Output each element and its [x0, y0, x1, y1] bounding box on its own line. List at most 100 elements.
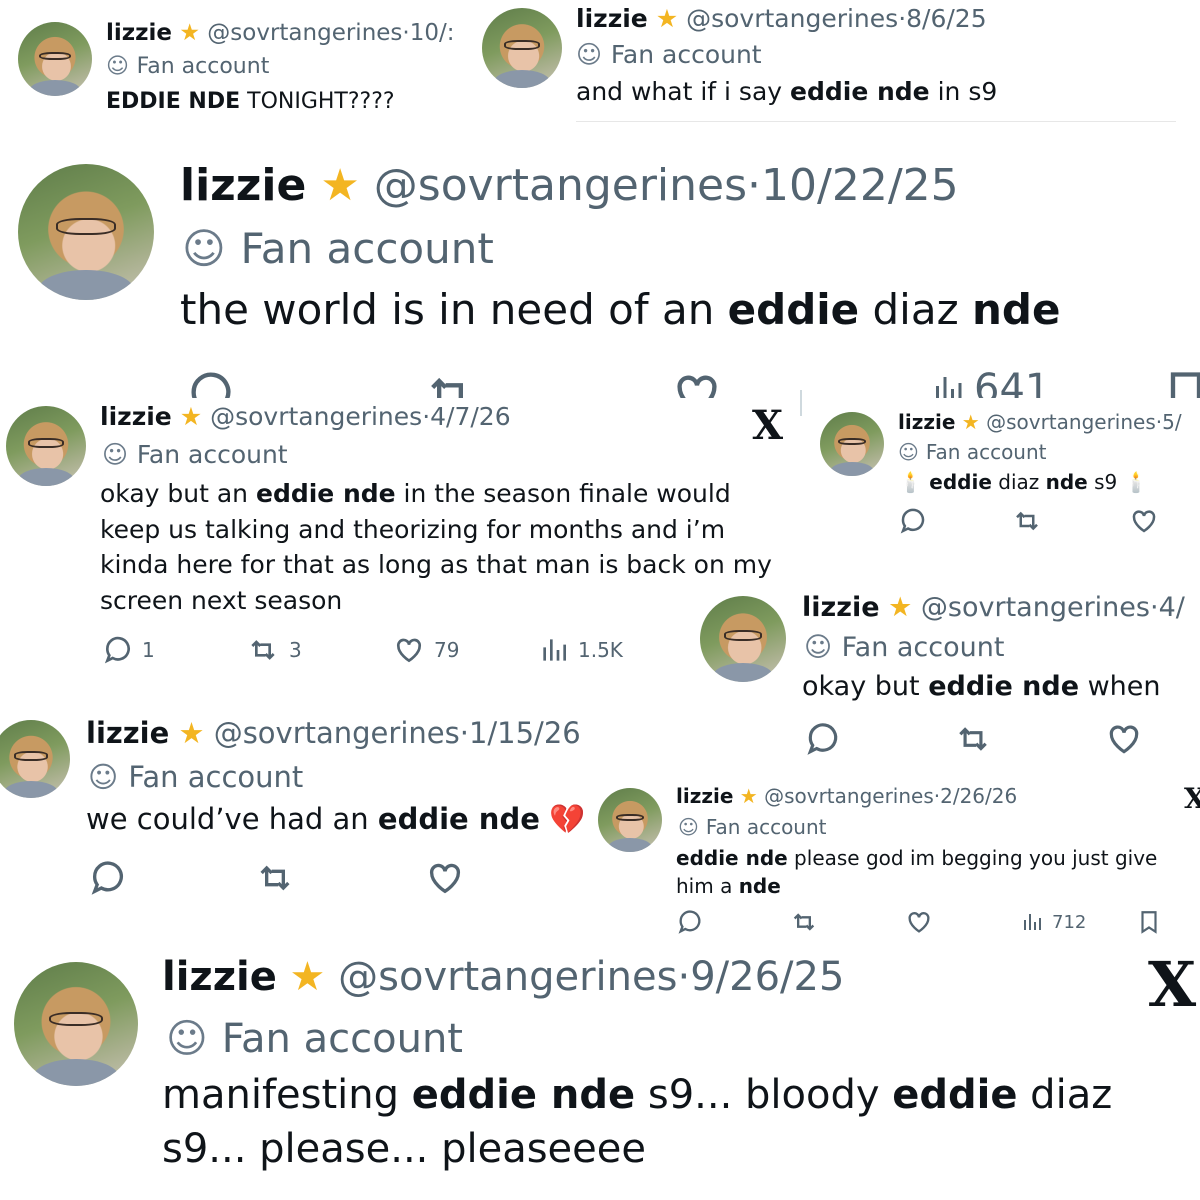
post-date[interactable]: 4/ [1159, 592, 1185, 623]
reply-button[interactable] [804, 720, 842, 758]
clipped-action-row [576, 121, 1176, 122]
text-segment: okay but [802, 671, 929, 702]
reply-button[interactable] [676, 908, 704, 936]
avatar[interactable] [18, 22, 92, 96]
handle[interactable]: @sovrtangerines [374, 160, 747, 211]
like-button[interactable] [904, 908, 934, 936]
post-date[interactable]: 9/26/25 [690, 954, 844, 1000]
tweet-header: lizzie ★ @sovrtangerines·1/15/26 [86, 716, 581, 750]
avatar[interactable] [14, 962, 138, 1086]
repost-button[interactable] [788, 908, 820, 936]
tweet-card[interactable]: lizzie ★ @sovrtangerines·10/22/25 ☺ Fan a… [0, 138, 1200, 400]
views-count[interactable]: 1.5K [538, 634, 623, 666]
highlighted-text: eddie nde [411, 1072, 636, 1118]
repost-button[interactable]: 3 [245, 634, 302, 666]
handle[interactable]: @sovrtangerines [686, 4, 898, 33]
tweet-text: the world is in need of an eddie diaz nd… [180, 284, 1180, 336]
avatar[interactable] [482, 8, 562, 88]
badge-text: Fan account [221, 1016, 463, 1062]
highlighted-text: eddie nde [377, 802, 540, 836]
repost-button[interactable] [1010, 506, 1044, 536]
display-name[interactable]: lizzie [802, 592, 880, 623]
bookmark-button[interactable] [1136, 908, 1162, 936]
post-date[interactable]: 2/26/26 [940, 784, 1017, 808]
post-date[interactable]: 1/15/26 [469, 716, 581, 750]
handle[interactable]: @sovrtangerines [764, 784, 934, 808]
theater-mask-icon: ☺ [678, 815, 699, 839]
like-button[interactable] [424, 858, 466, 898]
display-name[interactable]: lizzie [898, 410, 955, 434]
avatar[interactable] [700, 596, 786, 682]
post-date[interactable]: 8/6/25 [906, 4, 986, 33]
display-name[interactable]: lizzie [86, 716, 169, 750]
highlighted-text: eddie [892, 1072, 1018, 1118]
highlighted-text: eddie nde [255, 479, 396, 508]
views-count[interactable]: 641 [930, 364, 1050, 400]
highlighted-text: nde [738, 874, 781, 898]
text-segment: diaz [991, 470, 1046, 494]
highlighted-text: eddie nde [676, 846, 788, 870]
display-name[interactable]: lizzie [162, 954, 277, 1000]
like-button[interactable] [1128, 506, 1160, 536]
text-segment: okay but an [100, 479, 256, 508]
avatar[interactable] [6, 406, 86, 486]
handle[interactable]: @sovrtangerines [210, 402, 422, 431]
tweet-card[interactable]: lizzie ★ @sovrtangerines·2/26/26 X ☺ Fan … [592, 778, 1200, 948]
reply-button[interactable] [898, 506, 928, 536]
tweet-card[interactable]: lizzie ★ @sovrtangerines·4/7/26 X ☺ Fan a… [0, 398, 800, 698]
text-segment: 🕯️ [898, 470, 930, 494]
display-name[interactable]: lizzie [576, 4, 648, 33]
reply-button[interactable] [185, 368, 237, 400]
tweet-text: manifesting eddie nde s9... bloody eddie… [162, 1068, 1172, 1177]
handle[interactable]: @sovrtangerines [921, 592, 1150, 623]
highlighted-text: eddie [727, 285, 860, 334]
like-count: 79 [434, 638, 460, 662]
post-date[interactable]: 10/22/25 [761, 160, 959, 211]
handle[interactable]: @sovrtangerines [338, 954, 677, 1000]
handle[interactable]: @sovrtangerines [986, 410, 1156, 434]
tweet-card[interactable]: lizzie ★ @sovrtangerines·9/26/25 X ☺ Fan … [0, 948, 1200, 1200]
display-name[interactable]: lizzie [106, 20, 172, 46]
handle[interactable]: @sovrtangerines [207, 20, 402, 46]
text-segment: TONIGHT???? [240, 89, 395, 114]
theater-mask-icon: ☺ [166, 1016, 208, 1062]
display-name[interactable]: lizzie [100, 402, 172, 431]
post-date[interactable]: 4/7/26 [430, 402, 510, 431]
views-count[interactable]: 712 [1020, 910, 1086, 934]
avatar[interactable] [0, 720, 70, 798]
tweet-card[interactable]: lizzie ★ @sovrtangerines·10/: ☺ Fan accou… [0, 0, 470, 122]
highlighted-text: eddie nde [790, 77, 930, 106]
fan-account-label: ☺ Fan account [576, 40, 762, 69]
avatar-glasses [615, 813, 645, 822]
tweet-header: lizzie ★ @sovrtangerines·4/7/26 [100, 402, 511, 431]
handle[interactable]: @sovrtangerines [214, 716, 460, 750]
avatar[interactable] [598, 788, 662, 852]
like-button[interactable] [668, 368, 726, 400]
badge-text: Fan account [136, 54, 270, 79]
glowing-star-icon: ★ [178, 716, 205, 750]
badge-text: Fan account [925, 440, 1047, 464]
post-date[interactable]: 5/ [1162, 410, 1181, 434]
like-button[interactable] [1104, 720, 1144, 758]
bookmark-button[interactable] [1160, 368, 1200, 400]
repost-button[interactable] [952, 720, 994, 758]
tweet-card[interactable]: lizzie ★ @sovrtangerines·8/6/25 ☺ Fan acc… [470, 0, 1200, 125]
like-button[interactable]: 79 [392, 634, 459, 666]
fan-account-label: ☺ Fan account [804, 632, 1004, 663]
text-segment: manifesting [162, 1072, 412, 1118]
repost-button[interactable] [252, 858, 298, 898]
fan-account-label: ☺ Fan account [898, 440, 1047, 464]
reply-button[interactable] [88, 858, 128, 898]
repost-button[interactable] [420, 368, 480, 400]
avatar[interactable] [18, 164, 154, 300]
tweet-card[interactable]: lizzie ★ @sovrtangerines·1/15/26 ☺ Fan ac… [0, 710, 600, 910]
tweet-card[interactable]: lizzie ★ @sovrtangerines·5/ ☺ Fan account… [806, 398, 1200, 568]
avatar[interactable] [820, 412, 884, 476]
display-name[interactable]: lizzie [676, 784, 733, 808]
post-date[interactable]: 10/: [410, 20, 455, 46]
reply-button[interactable]: 1 [102, 634, 155, 666]
display-name[interactable]: lizzie [180, 160, 306, 211]
tweet-card[interactable]: lizzie ★ @sovrtangerines·4/ ☺ Fan account… [690, 580, 1200, 770]
highlighted-text: nde [1045, 470, 1088, 494]
tweet-text: and what if i say eddie nde in s9 [576, 76, 1176, 107]
